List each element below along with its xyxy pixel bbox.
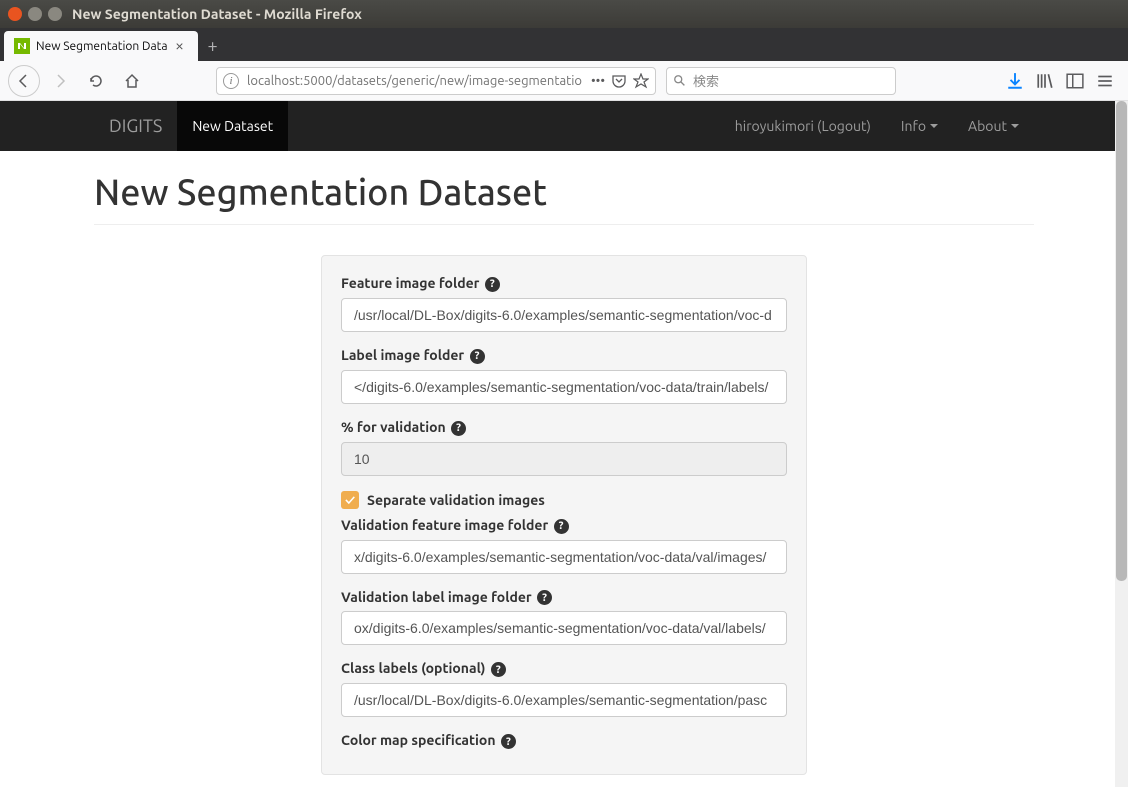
nav-info[interactable]: Info: [886, 118, 953, 134]
url-text: localhost:5000/datasets/generic/new/imag…: [247, 74, 591, 88]
help-icon[interactable]: ?: [470, 349, 485, 364]
browser-tab[interactable]: New Segmentation Data ×: [4, 31, 198, 61]
feature-folder-label: Feature image folder ?: [341, 275, 787, 292]
pocket-icon[interactable]: [611, 73, 627, 89]
tab-title: New Segmentation Data: [36, 40, 168, 53]
app-navbar: DIGITS New Dataset hiroyukimori (Logout)…: [0, 101, 1128, 151]
tab-close-icon[interactable]: ×: [172, 38, 188, 54]
caret-down-icon: [930, 124, 938, 128]
feature-folder-input[interactable]: [341, 298, 787, 332]
search-placeholder: 検索: [693, 71, 719, 90]
window-close-button[interactable]: [8, 7, 22, 21]
nav-new-dataset[interactable]: New Dataset: [177, 101, 288, 151]
window-title: New Segmentation Dataset - Mozilla Firef…: [72, 6, 362, 22]
search-box[interactable]: 検索: [666, 67, 896, 95]
page-title: New Segmentation Dataset: [94, 171, 1034, 225]
colormap-label: Color map specification ?: [341, 732, 787, 749]
home-button[interactable]: [116, 65, 148, 97]
os-titlebar: New Segmentation Dataset - Mozilla Firef…: [0, 0, 1128, 28]
pct-validation-label: % for validation ?: [341, 419, 787, 436]
class-labels-input[interactable]: [341, 683, 787, 717]
search-icon: [673, 74, 687, 88]
separate-validation-checkbox[interactable]: ✓: [341, 491, 359, 509]
val-label-folder-label: Validation label image folder ?: [341, 589, 787, 606]
more-icon[interactable]: •••: [591, 74, 605, 88]
main-container: New Segmentation Dataset Feature image f…: [94, 151, 1034, 787]
pct-validation-input[interactable]: [341, 442, 787, 476]
forward-button[interactable]: [44, 65, 76, 97]
bookmark-star-icon[interactable]: [633, 73, 649, 89]
downloads-icon[interactable]: [1006, 72, 1024, 90]
label-folder-input[interactable]: [341, 370, 787, 404]
window-minimize-button[interactable]: [28, 7, 42, 21]
help-icon[interactable]: ?: [554, 519, 569, 534]
scrollbar[interactable]: [1115, 101, 1128, 787]
form-panel: Feature image folder ? Label image folde…: [321, 255, 807, 775]
scrollbar-thumb[interactable]: [1116, 101, 1127, 581]
class-labels-label: Class labels (optional) ?: [341, 660, 787, 677]
caret-down-icon: [1011, 124, 1019, 128]
brand[interactable]: DIGITS: [94, 116, 177, 136]
back-button[interactable]: [8, 65, 40, 97]
help-icon[interactable]: ?: [491, 662, 506, 677]
page-viewport: DIGITS New Dataset hiroyukimori (Logout)…: [0, 101, 1128, 787]
help-icon[interactable]: ?: [451, 421, 466, 436]
url-bar[interactable]: i localhost:5000/datasets/generic/new/im…: [216, 67, 656, 95]
nav-about[interactable]: About: [953, 118, 1034, 134]
nav-user[interactable]: hiroyukimori (Logout): [720, 118, 886, 134]
browser-toolbar: i localhost:5000/datasets/generic/new/im…: [0, 61, 1128, 101]
window-controls: [8, 7, 62, 21]
help-icon[interactable]: ?: [501, 734, 516, 749]
reload-button[interactable]: [80, 65, 112, 97]
browser-tabbar: New Segmentation Data × +: [0, 28, 1128, 61]
label-folder-label: Label image folder ?: [341, 347, 787, 364]
val-feature-folder-input[interactable]: [341, 540, 787, 574]
val-feature-folder-label: Validation feature image folder ?: [341, 517, 787, 534]
help-icon[interactable]: ?: [537, 590, 552, 605]
library-icon[interactable]: [1036, 72, 1054, 90]
sidebar-icon[interactable]: [1066, 72, 1084, 90]
val-label-folder-input[interactable]: [341, 611, 787, 645]
site-info-icon[interactable]: i: [223, 73, 239, 89]
help-icon[interactable]: ?: [485, 277, 500, 292]
menu-icon[interactable]: [1096, 72, 1114, 90]
nvidia-favicon-icon: [14, 38, 30, 54]
new-tab-button[interactable]: +: [198, 31, 228, 61]
separate-validation-label: Separate validation images: [367, 492, 545, 508]
window-maximize-button[interactable]: [48, 7, 62, 21]
